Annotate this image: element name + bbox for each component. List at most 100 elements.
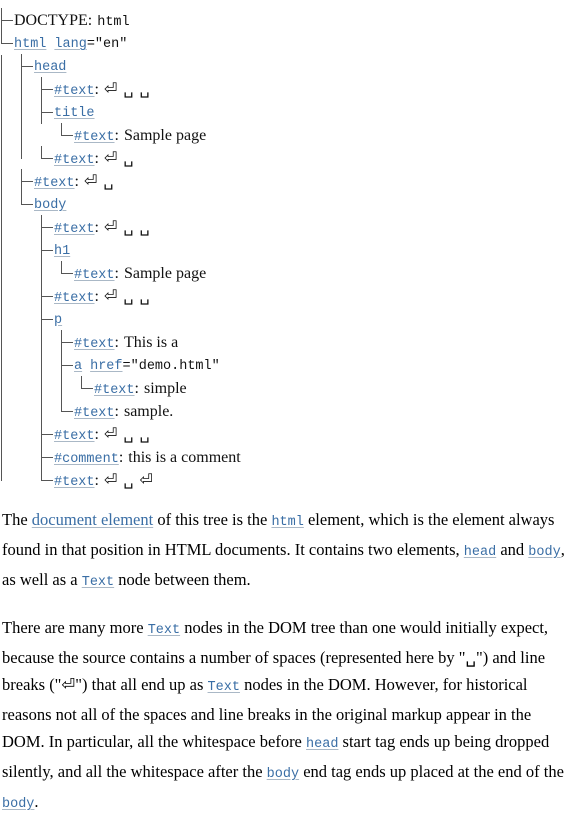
whitespace-value: ⏎ ␣ ⏎ <box>103 472 154 489</box>
element-name-h1[interactable]: h1 <box>54 244 70 259</box>
tree-connector <box>40 100 54 124</box>
code-body[interactable]: body <box>267 767 299 782</box>
text-run: The <box>2 510 32 529</box>
tree-node-title: title <box>40 100 583 124</box>
node-colon: : <box>118 449 124 466</box>
node-name-text[interactable]: #text <box>54 291 95 306</box>
whitespace-value: ⏎ ␣ <box>103 150 135 167</box>
tree-connector <box>60 353 74 377</box>
text-value: Sample page <box>123 265 207 282</box>
element-name-p[interactable]: p <box>54 313 62 328</box>
tree-node-text: #text: sample. <box>60 399 583 423</box>
code-text[interactable]: Text <box>82 575 114 590</box>
tree-node-text: #text: ⏎ ␣ ⏎ <box>40 468 583 492</box>
code-body[interactable]: body <box>528 545 560 560</box>
tree-node-text: #text: simple <box>80 376 583 400</box>
node-colon: : <box>114 334 119 351</box>
tree-node-body: body <box>20 192 583 216</box>
title-children: #text: Sample page <box>40 123 583 147</box>
node-name-text[interactable]: #text <box>74 268 115 283</box>
element-name-title[interactable]: title <box>54 106 95 121</box>
paragraph-whitespace-explanation: There are many more Text nodes in the DO… <box>0 614 583 818</box>
dom-tree-figure-page: DOCTYPE: html html lang="en" head #text: ⏎ … <box>0 0 583 812</box>
tree-node-head: head <box>20 54 583 78</box>
node-name-text[interactable]: #text <box>34 176 75 191</box>
node-name-text[interactable]: #text <box>54 475 95 490</box>
node-name-text[interactable]: #text <box>74 130 115 145</box>
node-name-text[interactable]: #text <box>74 337 115 352</box>
comment-value: this is a comment <box>128 449 241 466</box>
tree-connector <box>20 192 34 216</box>
whitespace-value: ⏎ ␣ ␣ <box>103 81 151 98</box>
tree-node-p: p <box>40 307 583 331</box>
tree-connector <box>60 123 74 147</box>
p-children-rail: #text: This is a a href="demo.html" #text:… <box>60 330 583 423</box>
element-name-head[interactable]: head <box>34 60 66 75</box>
text-run: ") that all end up as <box>75 675 208 694</box>
code-body[interactable]: body <box>2 797 34 812</box>
node-name-text[interactable]: #text <box>94 383 135 398</box>
element-name-a[interactable]: a <box>74 359 82 374</box>
tree-connector <box>60 261 74 285</box>
tree-node-html: html lang="en" <box>0 31 583 55</box>
code-head[interactable]: head <box>306 737 338 752</box>
tree-connector <box>40 468 54 492</box>
p-children: #text: This is a a href="demo.html" #text:… <box>40 330 583 423</box>
tree-node-text: #text: ⏎ ␣ <box>40 146 583 170</box>
tree-connector <box>40 146 54 170</box>
whitespace-value: ⏎ ␣ ␣ <box>103 288 151 305</box>
attribute-value-href: ="demo.html" <box>122 359 220 374</box>
code-text[interactable]: Text <box>208 680 240 695</box>
tree-connector <box>60 399 74 423</box>
attribute-name-lang[interactable]: lang <box>54 37 86 52</box>
code-head[interactable]: head <box>464 545 496 560</box>
node-colon: : <box>94 150 99 167</box>
element-name-html[interactable]: html <box>14 37 46 52</box>
doctype-label: DOCTYPE <box>14 12 88 29</box>
link-document-element[interactable]: document element <box>32 510 153 529</box>
tree-node-h1: h1 <box>40 238 583 262</box>
node-name-text[interactable]: #text <box>54 84 95 99</box>
a-children: #text: simple <box>60 376 583 400</box>
text-run: . <box>34 792 39 811</box>
node-name-text[interactable]: #text <box>54 222 95 237</box>
h1-children: #text: Sample page <box>40 261 583 285</box>
attribute-name-href[interactable]: href <box>90 359 122 374</box>
node-colon: : <box>114 127 119 144</box>
text-run: There are many more <box>2 618 148 637</box>
code-text[interactable]: Text <box>148 623 180 638</box>
text-value: sample. <box>123 403 174 420</box>
node-colon: : <box>114 403 119 420</box>
node-name-comment[interactable]: #comment <box>54 452 119 467</box>
whitespace-value: ⏎ ␣ ␣ <box>103 426 151 443</box>
tree-node-text: #text: Sample page <box>60 123 583 147</box>
tree-connector <box>20 54 34 78</box>
node-name-text[interactable]: #text <box>54 153 95 168</box>
tree-node-doctype: DOCTYPE: html <box>0 8 583 32</box>
space-symbol-icon: ␣ <box>465 648 476 667</box>
node-colon: : <box>134 380 139 397</box>
tree-connector <box>40 307 54 331</box>
node-name-text[interactable]: #text <box>54 429 95 444</box>
node-colon: : <box>94 81 99 98</box>
tree-connector <box>40 215 54 239</box>
text-value: This is a <box>123 334 179 351</box>
newline-symbol-icon: ⏎ <box>61 675 76 694</box>
tree-connector <box>40 77 54 101</box>
node-colon: : <box>87 12 93 29</box>
tree-node-text: #text: ⏎ ␣ ␣ <box>40 77 583 101</box>
element-name-body[interactable]: body <box>34 198 66 213</box>
tree-node-a: a href="demo.html" <box>60 353 583 377</box>
tree-node-text: #text: This is a <box>60 330 583 354</box>
node-colon: : <box>94 472 99 489</box>
tree-connector <box>0 8 14 32</box>
attribute-value-lang: ="en" <box>86 37 128 52</box>
tree-node-text: #text: ⏎ ␣ ␣ <box>40 215 583 239</box>
text-value: simple <box>143 380 187 397</box>
paragraph-document-element: The document element of this tree is the… <box>0 506 583 596</box>
node-name-text[interactable]: #text <box>74 406 115 421</box>
text-value: Sample page <box>123 127 207 144</box>
tree-node-text: #text: ⏎ ␣ ␣ <box>40 422 583 446</box>
text-run: and <box>496 540 529 559</box>
code-html[interactable]: html <box>271 515 303 530</box>
